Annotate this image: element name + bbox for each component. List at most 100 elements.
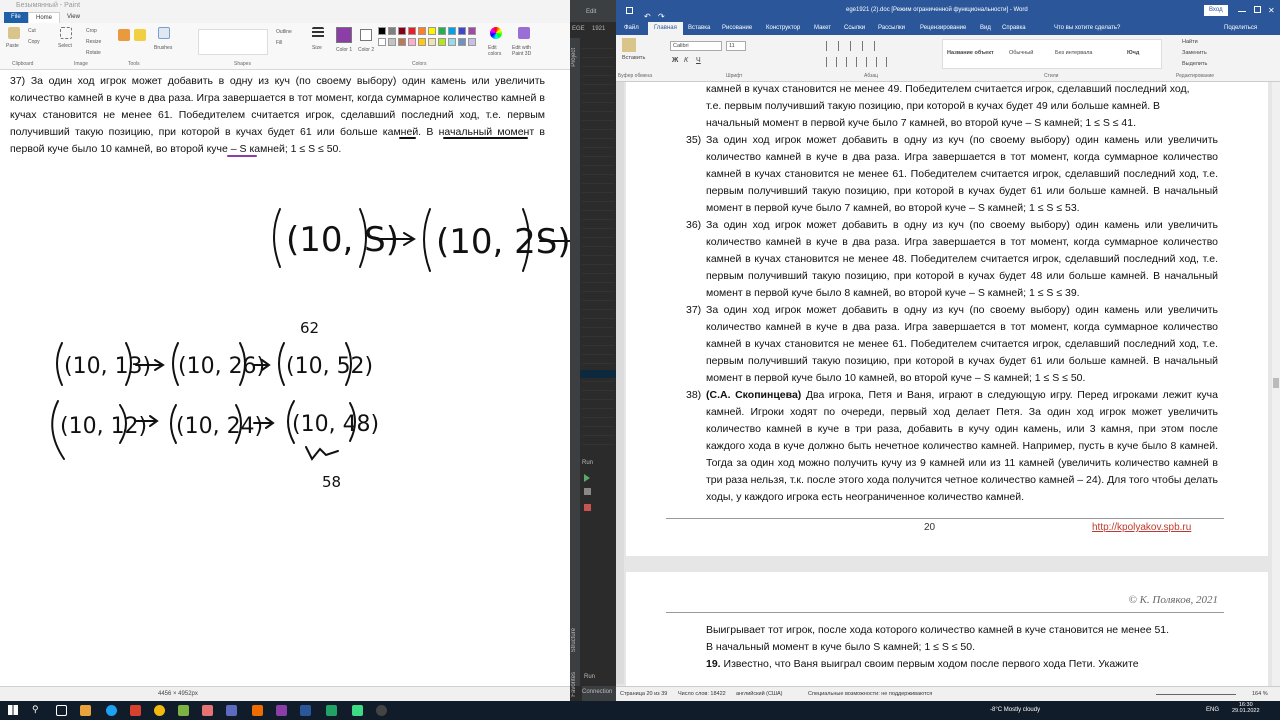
alignment-controls[interactable]	[826, 57, 896, 67]
palette-swatch[interactable]	[378, 38, 386, 46]
palette-swatch[interactable]	[458, 27, 466, 35]
color2-swatch[interactable]	[360, 29, 372, 41]
resize-button[interactable]: Resize	[86, 39, 101, 45]
tab-mailings[interactable]: Рассылки	[878, 22, 905, 35]
palette-swatch[interactable]	[468, 27, 476, 35]
color1-label[interactable]: Color 1	[336, 47, 352, 53]
tell-me-search[interactable]: Что вы хотите сделать?	[1054, 22, 1120, 35]
wrench-icon[interactable]	[584, 488, 591, 495]
font-size-select[interactable]: 11	[726, 41, 746, 51]
palette-swatch[interactable]	[408, 38, 416, 46]
paint3d-button[interactable]: Edit with Paint 3D	[512, 45, 542, 57]
minimize-icon[interactable]	[1238, 11, 1246, 12]
stop-icon[interactable]	[584, 504, 591, 511]
size-button-label[interactable]: Size	[312, 45, 322, 51]
palette-swatch[interactable]	[388, 27, 396, 35]
color2-label[interactable]: Color 2	[358, 47, 374, 53]
paste-icon[interactable]	[622, 38, 636, 52]
palette-swatch[interactable]	[448, 38, 456, 46]
fill-icon[interactable]	[134, 29, 146, 41]
project-tool-tab[interactable]: Project	[571, 48, 577, 67]
tab-design[interactable]: Конструктор	[766, 22, 800, 35]
cut-button[interactable]: Cut	[28, 28, 36, 34]
rotate-button[interactable]: Rotate	[86, 50, 101, 56]
paint-tab-file[interactable]: File	[4, 12, 28, 23]
app-icon[interactable]	[106, 705, 117, 716]
paint3d-icon[interactable]	[518, 27, 530, 39]
bold-icon[interactable]: Ж	[672, 57, 678, 64]
clock[interactable]: 16:30 29.01.2022	[1232, 702, 1260, 714]
excel-taskbar-icon[interactable]	[326, 705, 337, 716]
palette-swatch[interactable]	[468, 38, 476, 46]
run-icon[interactable]	[584, 474, 590, 482]
app-icon[interactable]	[130, 705, 141, 716]
document-page[interactable]: камней в кучах становится не менее 49. П…	[626, 82, 1268, 556]
paragraph-controls[interactable]	[826, 41, 886, 51]
font-name-select[interactable]: Calibri	[670, 41, 722, 51]
paste-button-label[interactable]: Paste	[6, 43, 19, 49]
color1-swatch[interactable]	[336, 27, 352, 43]
brushes-icon[interactable]	[158, 27, 170, 39]
palette-swatch[interactable]	[418, 38, 426, 46]
ide-tab[interactable]: 1921	[592, 26, 605, 32]
favorites-tool-tab[interactable]: Favorites	[571, 672, 577, 697]
paint-taskbar-icon[interactable]	[276, 705, 287, 716]
start-icon[interactable]	[8, 705, 18, 715]
page-indicator[interactable]: Страница 20 из 39	[620, 687, 667, 701]
palette-swatch[interactable]	[378, 27, 386, 35]
tab-file[interactable]: Файл	[624, 22, 639, 35]
maximize-icon[interactable]	[1254, 6, 1261, 13]
outline-button[interactable]: Outline	[276, 29, 292, 35]
palette-swatch[interactable]	[398, 27, 406, 35]
tab-insert[interactable]: Вставка	[688, 22, 710, 35]
crop-button[interactable]: Crop	[86, 28, 97, 34]
run-tab[interactable]: Run	[584, 674, 595, 680]
footer-link[interactable]: http://kpolyakov.spb.ru	[1092, 522, 1191, 533]
paste-icon[interactable]	[8, 27, 20, 39]
app-icon[interactable]	[252, 705, 263, 716]
palette-swatch[interactable]	[428, 27, 436, 35]
tab-help[interactable]: Справка	[1002, 22, 1026, 35]
document-page[interactable]: © К. Поляков, 2021 Выигрывает тот игрок,…	[626, 572, 1268, 686]
ide-tab[interactable]: EGE	[572, 26, 585, 32]
structure-tool-tab[interactable]: Structure	[571, 628, 577, 652]
weather-widget[interactable]: -8°C Mostly cloudy	[990, 707, 1040, 713]
ide-menu-edit[interactable]: Edit	[586, 9, 596, 15]
paint-tab-home[interactable]: Home	[28, 12, 61, 23]
chrome-icon[interactable]	[154, 705, 165, 716]
vertical-scrollbar[interactable]	[1272, 82, 1280, 686]
language-indicator[interactable]: английский (США)	[736, 687, 783, 701]
task-view-icon[interactable]	[56, 705, 67, 716]
fill-button[interactable]: Fill	[276, 40, 282, 46]
zoom-slider[interactable]	[1156, 694, 1236, 695]
tab-view[interactable]: Вид	[980, 22, 991, 35]
tab-review[interactable]: Рецензирование	[920, 22, 966, 35]
obs-taskbar-icon[interactable]	[376, 705, 387, 716]
palette-swatch[interactable]	[418, 27, 426, 35]
palette-swatch[interactable]	[458, 38, 466, 46]
sign-in-button[interactable]: Вход	[1204, 5, 1228, 16]
palette-swatch[interactable]	[438, 27, 446, 35]
style-item[interactable]: Обычный	[1009, 50, 1033, 56]
style-item[interactable]: Без интервала	[1055, 50, 1092, 56]
italic-icon[interactable]: К	[684, 57, 688, 64]
paint-tab-view[interactable]: View	[60, 12, 87, 23]
scrollbar-thumb[interactable]	[1273, 378, 1279, 388]
tab-draw[interactable]: Рисование	[722, 22, 752, 35]
tab-references[interactable]: Ссылки	[844, 22, 865, 35]
word-taskbar-icon[interactable]	[300, 705, 311, 716]
close-icon[interactable]: ✕	[1268, 0, 1275, 21]
palette-swatch[interactable]	[448, 27, 456, 35]
edit-colors-icon[interactable]	[490, 27, 502, 39]
palette-swatch[interactable]	[398, 38, 406, 46]
app-icon[interactable]	[226, 705, 237, 716]
select-button-label[interactable]: Select	[58, 43, 72, 49]
accessibility-status[interactable]: Специальные возможности: не поддерживают…	[808, 687, 932, 701]
file-explorer-icon[interactable]	[80, 705, 91, 716]
paint-canvas[interactable]: 37) За один ход игрок может добавить в о…	[0, 71, 570, 696]
style-item[interactable]: Ючд	[1127, 50, 1139, 56]
copy-button[interactable]: Copy	[28, 39, 40, 45]
tab-home[interactable]: Главная	[648, 22, 683, 35]
palette-swatch[interactable]	[408, 27, 416, 35]
ide-file-tree[interactable]	[582, 40, 614, 450]
